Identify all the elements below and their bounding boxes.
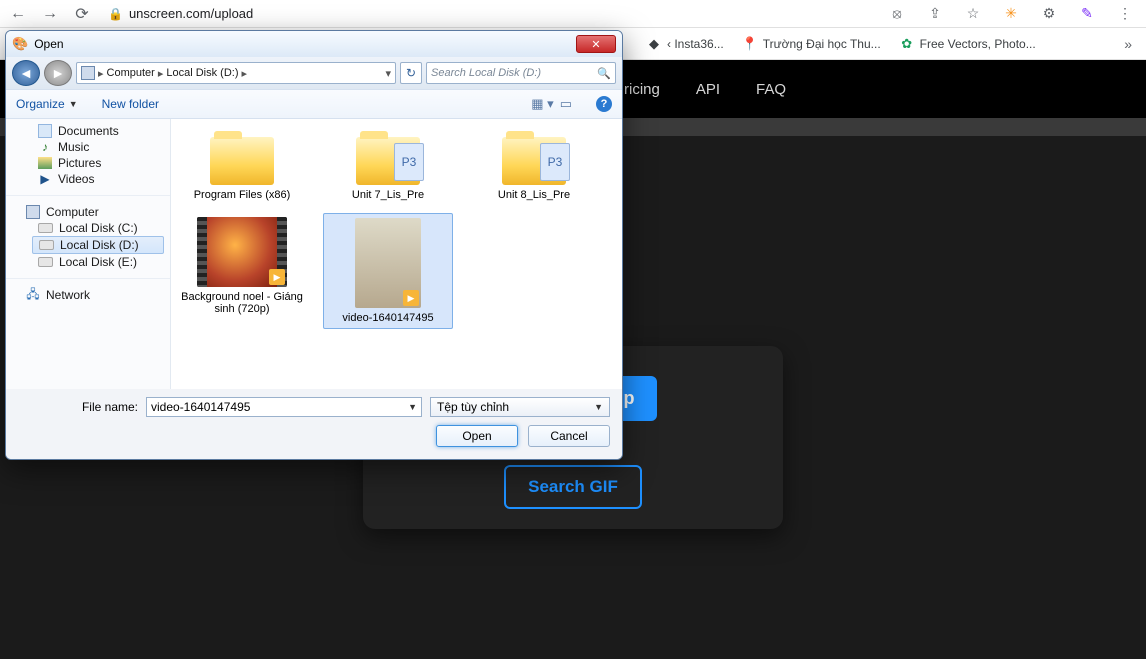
flower-icon: ✿: [899, 36, 915, 52]
bookmark-label: ‹ Insta36...: [667, 37, 724, 51]
network-icon: 🖧: [26, 288, 40, 302]
help-button[interactable]: ?: [596, 96, 612, 112]
dialog-toolbar: Organize ▼ New folder ▦ ▾ ▭ ?: [6, 89, 622, 119]
list-item[interactable]: ▶ Background noel - Giáng sinh (720p): [177, 213, 307, 329]
bookmark-freevectors[interactable]: ✿ Free Vectors, Photo...: [899, 36, 1036, 52]
star-icon[interactable]: ☆: [964, 5, 982, 23]
bookmark-truong[interactable]: 📍 Trường Đại học Thu...: [742, 36, 881, 52]
dialog-nav-row: ◄ ► ▸ Computer ▸ Local Disk (D:) ▸ ▾ ↻ S…: [6, 57, 622, 89]
video-thumb-icon: ▶: [197, 217, 287, 287]
nav-drive-d[interactable]: Local Disk (D:): [32, 236, 164, 254]
bookmarks-overflow[interactable]: »: [1118, 36, 1138, 52]
bookmark-insta[interactable]: ◆ ‹ Insta36...: [646, 36, 724, 52]
nav-music[interactable]: ♪Music: [6, 139, 170, 155]
url-bar[interactable]: 🔒 unscreen.com/upload: [108, 6, 253, 21]
drive-icon: [38, 223, 53, 233]
list-item[interactable]: Program Files (x86): [177, 127, 307, 205]
nav-forward-button[interactable]: ►: [44, 60, 72, 86]
chevron-down-icon: ▼: [69, 99, 78, 109]
item-label: video-1640147495: [342, 312, 433, 324]
folder-icon: [356, 137, 420, 185]
extension-icon-2[interactable]: ⚙: [1040, 5, 1058, 23]
item-label: Background noel - Giáng sinh (720p): [181, 291, 303, 315]
open-button[interactable]: Open: [436, 425, 518, 447]
folder-icon: [210, 137, 274, 185]
view-mode-button[interactable]: ▦ ▾: [531, 96, 553, 112]
folder-icon: [502, 137, 566, 185]
nav-documents[interactable]: Documents: [6, 123, 170, 139]
search-icon: 🔍: [597, 67, 611, 80]
nav-videos[interactable]: ▶Videos: [6, 171, 170, 187]
back-button[interactable]: ←: [8, 4, 28, 24]
refresh-button[interactable]: ↻: [400, 62, 422, 84]
preview-pane-button[interactable]: ▭: [560, 96, 572, 112]
breadcrumb[interactable]: ▸ Computer ▸ Local Disk (D:) ▸ ▾: [76, 62, 396, 84]
bookmark-label: Free Vectors, Photo...: [920, 37, 1036, 51]
lock-icon: 🔒: [108, 7, 123, 21]
videos-icon: ▶: [38, 172, 52, 186]
app-icon: 🎨: [12, 36, 28, 52]
nav-pricing[interactable]: ricing: [624, 81, 660, 98]
breadcrumb-seg[interactable]: Computer: [107, 67, 155, 79]
file-open-dialog: 🎨 Open ✕ ◄ ► ▸ Computer ▸ Local Disk (D:…: [5, 30, 623, 460]
extension-icon-1[interactable]: ✳: [1002, 5, 1020, 23]
filename-label: File name:: [18, 400, 138, 414]
favicon-icon: ◆: [646, 36, 662, 52]
item-label: Unit 8_Lis_Pre: [498, 189, 570, 201]
filename-value: video-1640147495: [151, 400, 250, 414]
breadcrumb-dropdown[interactable]: ▾: [385, 67, 391, 80]
menu-icon[interactable]: ⋮: [1116, 5, 1134, 23]
close-button[interactable]: ✕: [576, 35, 616, 53]
item-label: Unit 7_Lis_Pre: [352, 189, 424, 201]
extension-icon-3[interactable]: ✎: [1078, 5, 1096, 23]
dialog-titlebar[interactable]: 🎨 Open ✕: [6, 31, 622, 57]
video-thumb-icon: ▶: [355, 218, 421, 308]
computer-icon: [81, 66, 95, 80]
pictures-icon: [38, 157, 52, 169]
share-icon[interactable]: ⇪: [926, 5, 944, 23]
computer-icon: [26, 205, 40, 219]
list-item[interactable]: Unit 7_Lis_Pre: [323, 127, 453, 205]
cancel-button[interactable]: Cancel: [528, 425, 610, 447]
nav-api[interactable]: API: [696, 81, 720, 98]
navigation-pane: Documents ♪Music Pictures ▶Videos Comput…: [6, 119, 171, 389]
search-gif-label: Search GIF: [528, 477, 618, 496]
nav-pictures[interactable]: Pictures: [6, 155, 170, 171]
nav-drive-e[interactable]: Local Disk (E:): [6, 254, 170, 270]
filetype-select[interactable]: Tệp tùy chỉnh ▼: [430, 397, 610, 417]
file-list[interactable]: Program Files (x86) Unit 7_Lis_Pre Unit …: [171, 119, 622, 389]
search-placeholder: Search Local Disk (D:): [431, 67, 541, 79]
dialog-title: Open: [34, 37, 63, 51]
bookmark-label: Trường Đại học Thu...: [763, 37, 881, 51]
breadcrumb-seg[interactable]: Local Disk (D:): [166, 67, 238, 79]
list-item-selected[interactable]: ▶ video-1640147495: [323, 213, 453, 329]
chevron-down-icon[interactable]: ▼: [408, 402, 417, 412]
search-gif-button[interactable]: Search GIF: [504, 465, 642, 509]
nav-faq[interactable]: FAQ: [756, 81, 786, 98]
music-icon: ♪: [38, 140, 52, 154]
search-input[interactable]: Search Local Disk (D:) 🔍: [426, 62, 616, 84]
pin-icon: 📍: [742, 36, 758, 52]
list-item[interactable]: Unit 8_Lis_Pre: [469, 127, 599, 205]
documents-icon: [38, 124, 52, 138]
filetype-value: Tệp tùy chỉnh: [437, 400, 509, 414]
browser-toolbar: ← → ⟳ 🔒 unscreen.com/upload ⦻ ⇪ ☆ ✳ ⚙ ✎ …: [0, 0, 1146, 28]
reload-button[interactable]: ⟳: [72, 4, 92, 24]
forward-button[interactable]: →: [40, 4, 60, 24]
nav-back-button[interactable]: ◄: [12, 60, 40, 86]
dialog-bottom: File name: video-1640147495 ▼ Tệp tùy ch…: [6, 389, 622, 459]
chevron-down-icon: ▼: [594, 402, 603, 412]
translate-icon[interactable]: ⦻: [888, 5, 906, 23]
url-text: unscreen.com/upload: [129, 6, 253, 21]
nav-computer[interactable]: Computer: [6, 204, 170, 220]
nav-network[interactable]: 🖧Network: [6, 287, 170, 303]
new-folder-button[interactable]: New folder: [102, 97, 159, 111]
drive-icon: [38, 257, 53, 267]
nav-drive-c[interactable]: Local Disk (C:): [6, 220, 170, 236]
filename-input[interactable]: video-1640147495 ▼: [146, 397, 422, 417]
drive-icon: [39, 240, 54, 250]
organize-button[interactable]: Organize ▼: [16, 97, 78, 111]
item-label: Program Files (x86): [194, 189, 291, 201]
